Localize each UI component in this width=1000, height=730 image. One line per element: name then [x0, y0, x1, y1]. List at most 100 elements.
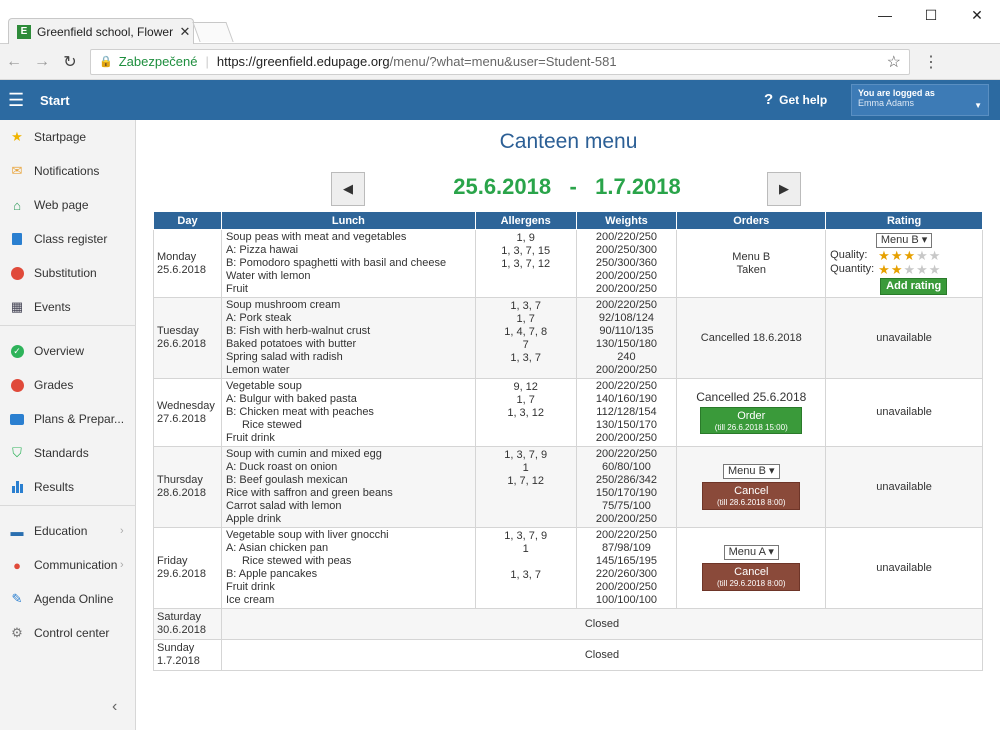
quality-stars[interactable]: ★★★★★ [878, 249, 941, 262]
order-button-label: Order [737, 410, 766, 422]
allergen-value: 7 [522, 339, 529, 351]
day-cell: Thursday 28.6.2018 [153, 446, 222, 528]
order-menu-select[interactable]: Menu B ▾ [723, 464, 780, 479]
allergen-value: 1, 3, 7, 12 [501, 258, 551, 270]
lock-icon: 🔒 [99, 56, 113, 68]
sidebar-divider [0, 325, 136, 326]
add-rating-button[interactable]: Add rating [880, 277, 948, 295]
day-cell: Tuesday 26.6.2018 [153, 297, 222, 379]
bar-chart-icon [8, 479, 26, 495]
lunch-item: Rice with saffron and green beans [225, 487, 393, 499]
table-row: Friday 29.6.2018 Vegetable soup with liv… [153, 527, 983, 609]
sidebar-item-control-center[interactable]: ⚙ Control center [0, 619, 136, 647]
prev-week-button[interactable]: ◀ [331, 172, 365, 206]
canteen-menu-table: Day Lunch Allergens Weights Orders Ratin… [153, 211, 984, 671]
new-tab-button[interactable] [192, 22, 234, 42]
maximize-icon[interactable]: ☐ [908, 0, 954, 30]
allergen-value: 1, 3, 7 [510, 300, 541, 312]
allergen-value: 1, 3, 12 [507, 407, 545, 419]
lunch-item: A: Pork steak [225, 312, 292, 324]
bookmark-star-icon[interactable]: ☆ [887, 52, 901, 72]
sidebar-item-notifications[interactable]: ✉ Notifications [0, 157, 136, 185]
lunch-item: Soup peas with meat and vegetables [225, 231, 407, 243]
star-empty-icon[interactable]: ★ [916, 262, 929, 277]
browser-tab[interactable]: E Greenfield school, Flower ✕ [8, 18, 194, 44]
help-link[interactable]: ? Get help [764, 91, 827, 108]
url-input[interactable]: 🔒 Zabezpečené | https://greenfield.edupa… [90, 48, 910, 75]
allergen-value: 1, 9 [516, 232, 535, 244]
star-filled-icon[interactable]: ★ [878, 262, 891, 277]
tab-close-icon[interactable]: ✕ [177, 24, 193, 40]
lunch-item: Apple drink [225, 513, 282, 525]
browser-menu-icon[interactable]: ⋮ [916, 52, 946, 72]
sidebar-item-plans[interactable]: Plans & Prepar... [0, 405, 136, 433]
collapse-sidebar-icon[interactable]: ‹ [112, 698, 117, 716]
allergen-value [476, 556, 576, 569]
sidebar-item-standards[interactable]: ⛉ Standards [0, 439, 136, 467]
column-header-day: Day [153, 211, 222, 230]
lunch-item: B: Beef goulash mexican [225, 474, 348, 486]
rating-cell: unavailable [825, 527, 983, 609]
orders-cell: Cancelled 18.6.2018 [676, 297, 827, 379]
cancel-order-button[interactable]: Cancel (till 29.6.2018 8:00) [702, 563, 801, 591]
sidebar-item-class-register[interactable]: Class register [0, 225, 136, 253]
gear-icon: ⚙ [11, 625, 23, 640]
sidebar-item-overview[interactable]: ✓ Overview [0, 337, 136, 365]
sidebar-item-education[interactable]: ▬ Education › [0, 517, 136, 545]
orders-cell: Menu B ▾ Cancel (till 28.6.2018 8:00) [676, 446, 827, 528]
next-week-button[interactable]: ▶ [767, 172, 801, 206]
star-empty-icon[interactable]: ★ [916, 248, 929, 263]
star-filled-icon[interactable]: ★ [878, 248, 891, 263]
sidebar-item-web-page[interactable]: ⌂ Web page [0, 191, 136, 219]
sidebar-item-substitution[interactable]: Substitution [0, 259, 136, 287]
lunch-item: Fruit drink [225, 581, 275, 593]
star-filled-icon[interactable]: ★ [891, 248, 904, 263]
quality-label: Quality: [830, 249, 868, 261]
day-cell: Saturday 30.6.2018 [153, 608, 222, 640]
order-deadline: (till 26.6.2018 15:00) [714, 423, 788, 432]
browser-titlebar: E Greenfield school, Flower ✕ — ☐ ✕ [0, 0, 1000, 44]
allergens-cell: 1, 3, 7, 9 1 1, 3, 7 [474, 527, 577, 609]
sidebar-item-results[interactable]: Results [0, 473, 136, 501]
weights-cell: 200/220/250 140/160/190 112/128/154 130/… [575, 378, 678, 447]
day-name: Tuesday [157, 325, 199, 337]
order-menu-select[interactable]: Menu A ▾ [723, 545, 779, 560]
day-cell: Monday 25.6.2018 [153, 229, 222, 298]
day-name: Sunday [157, 642, 195, 654]
rating-cell: unavailable [825, 446, 983, 528]
sidebar-item-label: Communication [34, 558, 118, 572]
sidebar-item-communication[interactable]: ● Communication › [0, 551, 136, 579]
quantity-stars[interactable]: ★★★★★ [878, 263, 941, 276]
star-empty-icon[interactable]: ★ [903, 262, 916, 277]
star-filled-icon[interactable]: ★ [891, 262, 904, 277]
rating-cell: unavailable [825, 378, 983, 447]
arrow-left-icon: ◀ [343, 181, 353, 196]
allergen-value: 1, 3, 7 [510, 569, 541, 581]
star-filled-icon[interactable]: ★ [903, 248, 916, 263]
back-arrow-icon[interactable]: ← [0, 53, 28, 71]
cancel-order-button[interactable]: Cancel (till 28.6.2018 8:00) [702, 482, 801, 510]
star-empty-icon[interactable]: ★ [929, 262, 942, 277]
hamburger-menu-icon[interactable]: ☰ [8, 90, 40, 111]
rating-menu-select[interactable]: Menu B ▾ [875, 232, 933, 248]
reload-icon[interactable]: ↻ [56, 52, 84, 72]
sidebar-item-grades[interactable]: Grades [0, 371, 136, 399]
sidebar-item-agenda-online[interactable]: ✎ Agenda Online [0, 585, 136, 613]
weight-value: 90/110/135 [599, 325, 654, 337]
sidebar-item-events[interactable]: ▦ Events [0, 293, 136, 321]
order-button[interactable]: Order (till 26.6.2018 15:00) [700, 407, 803, 434]
sidebar-item-startpage[interactable]: ★ Startpage [0, 123, 136, 151]
weight-value: 200/200/250 [595, 581, 658, 593]
user-menu[interactable]: You are logged as Emma Adams ▼ [851, 84, 989, 116]
table-row: Tuesday 26.6.2018 Soup mushroom cream A:… [153, 297, 983, 379]
close-window-icon[interactable]: ✕ [954, 0, 1000, 30]
start-link[interactable]: Start [40, 93, 70, 108]
minimize-icon[interactable]: — [862, 0, 908, 30]
forward-arrow-icon[interactable]: → [28, 53, 56, 71]
orders-cell: Cancelled 25.6.2018 Order (till 26.6.201… [676, 378, 827, 447]
app-header: ☰ Start ? Get help You are logged as Emma… [0, 80, 1000, 120]
star-empty-icon[interactable]: ★ [929, 248, 942, 263]
lunch-item: A: Asian chicken pan [225, 542, 329, 554]
allergen-value: 1 [522, 543, 529, 555]
sidebar-item-label: Education [34, 524, 88, 538]
